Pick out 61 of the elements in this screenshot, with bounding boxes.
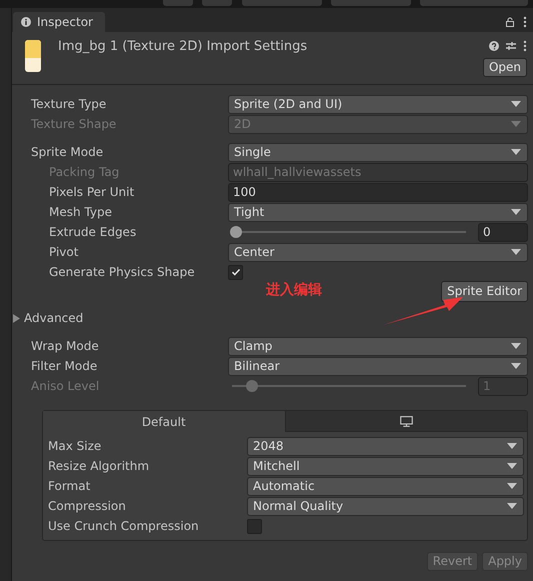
dropdown[interactable]: Single <box>228 142 528 162</box>
texture-icon <box>25 40 41 72</box>
caret-icon <box>507 463 517 469</box>
check-icon <box>230 267 240 277</box>
dropdown[interactable]: Mitchell <box>247 456 524 476</box>
field-label: Packing Tag <box>48 165 120 179</box>
dropdown[interactable]: 2048 <box>247 436 524 456</box>
field-label: Pixels Per Unit <box>48 185 136 199</box>
open-button[interactable]: Open <box>482 58 527 77</box>
caret-icon <box>511 209 521 215</box>
field-label: Generate Physics Shape <box>48 265 196 279</box>
caret-icon <box>511 121 521 127</box>
caret-icon <box>507 503 517 509</box>
caret-icon <box>511 101 521 107</box>
help-icon[interactable] <box>489 41 499 51</box>
caret-icon <box>507 483 517 489</box>
dropdown[interactable]: Sprite (2D and UI) <box>228 94 528 114</box>
checkbox[interactable] <box>228 264 243 280</box>
dropdown[interactable]: Tight <box>228 202 528 222</box>
field-label: Texture Shape <box>31 117 118 131</box>
checkbox[interactable] <box>247 518 262 534</box>
dropdown[interactable]: Clamp <box>228 336 528 356</box>
inspector-tab[interactable]: Inspector <box>13 12 105 32</box>
triangle-icon <box>13 314 20 322</box>
lock-icon[interactable] <box>505 17 515 27</box>
field-label: Max Size <box>48 439 102 453</box>
field-label: Resize Algorithm <box>48 459 150 473</box>
sprite-editor-button[interactable]: Sprite Editor <box>441 280 528 302</box>
platform-tab[interactable] <box>286 411 527 432</box>
caret-icon <box>511 343 521 349</box>
advanced-foldout[interactable]: Advanced <box>13 308 101 328</box>
more-icon[interactable] <box>523 16 527 28</box>
dropdown[interactable]: Bilinear <box>228 356 528 376</box>
annotation-text: 进入编辑 <box>266 281 322 299</box>
field-label: Pivot <box>48 245 80 259</box>
monitor-icon <box>400 416 413 426</box>
caret-icon <box>511 149 521 155</box>
default-tab[interactable]: Default <box>43 411 286 432</box>
field-label: Wrap Mode <box>31 339 100 353</box>
caret-icon <box>507 443 517 449</box>
field-label: Filter Mode <box>31 359 98 373</box>
dropdown[interactable]: Automatic <box>247 476 524 496</box>
slider-thumb[interactable] <box>230 226 242 238</box>
field-label: Sprite Mode <box>31 145 104 159</box>
field-label: Mesh Type <box>48 205 113 219</box>
field-label: Aniso Level <box>31 379 100 393</box>
dropdown[interactable]: Normal Quality <box>247 496 524 516</box>
field-label: Extrude Edges <box>48 225 138 239</box>
input-field[interactable]: 100 <box>228 182 528 202</box>
field-label: Format <box>48 479 92 493</box>
caret-icon <box>511 363 521 369</box>
field-label: Use Crunch Compression <box>48 519 200 533</box>
field-label: Compression <box>48 499 127 513</box>
caret-icon <box>511 249 521 255</box>
inspector-title: Img_bg 1 (Texture 2D) Import Settings <box>58 39 308 56</box>
more-icon[interactable] <box>523 40 527 52</box>
info-icon <box>21 17 31 27</box>
settings-icon[interactable] <box>506 41 516 51</box>
field-label: Texture Type <box>31 97 108 111</box>
dropdown[interactable]: Center <box>228 242 528 262</box>
input-field[interactable]: 0 <box>478 222 528 242</box>
